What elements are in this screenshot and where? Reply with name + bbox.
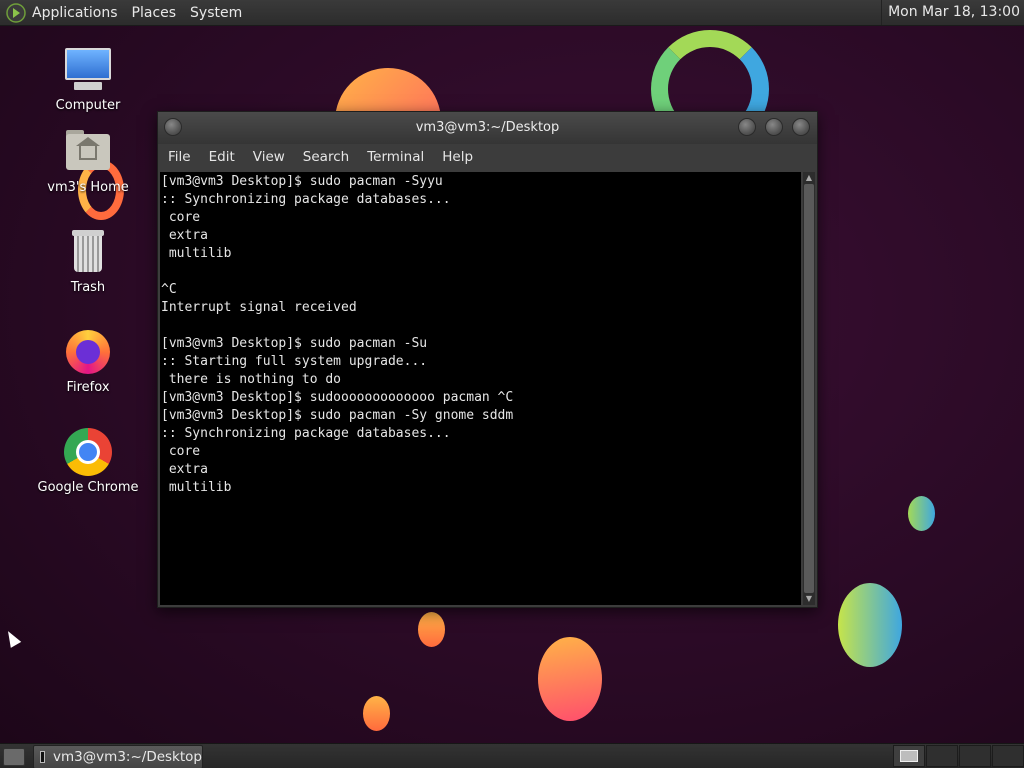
desktop-icon-trash[interactable]: Trash xyxy=(33,228,143,295)
desktop-icon-computer[interactable]: Computer xyxy=(33,46,143,113)
minimize-icon[interactable] xyxy=(738,118,756,136)
desktop-icon-label: Computer xyxy=(55,98,121,113)
wallpaper-shape xyxy=(363,696,390,731)
window-titlebar[interactable]: vm3@vm3:~/Desktop xyxy=(158,112,817,144)
computer-icon xyxy=(64,46,112,94)
menu-edit[interactable]: Edit xyxy=(201,149,243,165)
terminal-line: extra xyxy=(161,462,208,477)
distro-logo-icon[interactable] xyxy=(6,2,26,23)
taskbar-window-label: vm3@vm3:~/Desktop xyxy=(52,749,202,765)
menu-search[interactable]: Search xyxy=(295,149,357,165)
bottom-panel: vm3@vm3:~/Desktop xyxy=(0,743,1024,768)
terminal-menubar: File Edit View Search Terminal Help xyxy=(158,144,817,170)
close-icon[interactable] xyxy=(792,118,810,136)
desktop-icon-label: Google Chrome xyxy=(37,480,139,495)
terminal-line: :: Starting full system upgrade... xyxy=(161,354,428,369)
terminal-line: multilib xyxy=(161,480,232,495)
show-desktop-icon[interactable] xyxy=(3,748,25,766)
terminal-line: :: Synchronizing package databases... xyxy=(161,192,451,207)
wallpaper-shape xyxy=(838,583,902,667)
window-menu-icon[interactable] xyxy=(164,118,182,136)
top-panel: Applications Places System Mon Mar 18, 1… xyxy=(0,0,1024,26)
menu-terminal[interactable]: Terminal xyxy=(359,149,432,165)
desktop-icon-label: vm3's Home xyxy=(47,180,129,195)
desktop-icon-home[interactable]: vm3's Home xyxy=(33,128,143,195)
menu-places[interactable]: Places xyxy=(132,5,177,21)
terminal-line: ^C xyxy=(161,282,177,297)
menu-applications[interactable]: Applications xyxy=(32,5,118,21)
desktop-icon-firefox[interactable]: Firefox xyxy=(33,328,143,395)
terminal-icon xyxy=(40,751,45,763)
menu-help[interactable]: Help xyxy=(434,149,481,165)
menu-view[interactable]: View xyxy=(245,149,293,165)
scrollbar-thumb[interactable] xyxy=(804,184,814,593)
wallpaper-shape xyxy=(418,612,445,647)
workspace-switcher-4[interactable] xyxy=(992,745,1024,767)
desktop-icon-label: Trash xyxy=(70,280,106,295)
trash-icon xyxy=(64,228,112,276)
mouse-pointer-icon xyxy=(2,628,22,648)
terminal-line: there is nothing to do xyxy=(161,372,342,387)
wallpaper-shape xyxy=(538,637,602,721)
workspace-switcher-1[interactable] xyxy=(893,745,925,767)
menu-system[interactable]: System xyxy=(190,5,242,21)
desktop-icon-chrome[interactable]: Google Chrome xyxy=(33,428,143,495)
terminal-line: core xyxy=(161,210,201,225)
wallpaper-shape xyxy=(908,496,935,531)
terminal-line: core xyxy=(161,444,201,459)
terminal-scrollbar[interactable]: ▲ ▼ xyxy=(803,172,815,605)
scroll-down-icon[interactable]: ▼ xyxy=(804,594,814,604)
maximize-icon[interactable] xyxy=(765,118,783,136)
terminal-line: [vm3@vm3 Desktop]$ sudooooooooooooo pacm… xyxy=(161,390,514,405)
terminal-line: [vm3@vm3 Desktop]$ sudo pacman -Su xyxy=(161,336,428,351)
chrome-icon xyxy=(64,428,112,476)
workspace-switcher-3[interactable] xyxy=(959,745,991,767)
terminal-line: multilib xyxy=(161,246,232,261)
firefox-icon xyxy=(64,328,112,376)
home-folder-icon xyxy=(64,128,112,176)
taskbar-window-button[interactable]: vm3@vm3:~/Desktop xyxy=(33,745,203,768)
workspace-switcher-2[interactable] xyxy=(926,745,958,767)
terminal-output[interactable]: [vm3@vm3 Desktop]$ sudo pacman -Syyu :: … xyxy=(160,172,801,605)
terminal-line: [vm3@vm3 Desktop]$ sudo pacman -Syyu xyxy=(161,174,443,189)
terminal-line: extra xyxy=(161,228,208,243)
window-title: vm3@vm3:~/Desktop xyxy=(415,120,560,135)
desktop-icon-label: Firefox xyxy=(66,380,110,395)
terminal-window[interactable]: vm3@vm3:~/Desktop File Edit View Search … xyxy=(157,111,818,608)
menu-file[interactable]: File xyxy=(160,149,199,165)
terminal-line: Interrupt signal received xyxy=(161,300,357,315)
terminal-line: :: Synchronizing package databases... xyxy=(161,426,451,441)
panel-clock[interactable]: Mon Mar 18, 13:00 xyxy=(881,0,1020,25)
scroll-up-icon[interactable]: ▲ xyxy=(804,173,814,183)
terminal-line: [vm3@vm3 Desktop]$ sudo pacman -Sy gnome… xyxy=(161,408,514,423)
